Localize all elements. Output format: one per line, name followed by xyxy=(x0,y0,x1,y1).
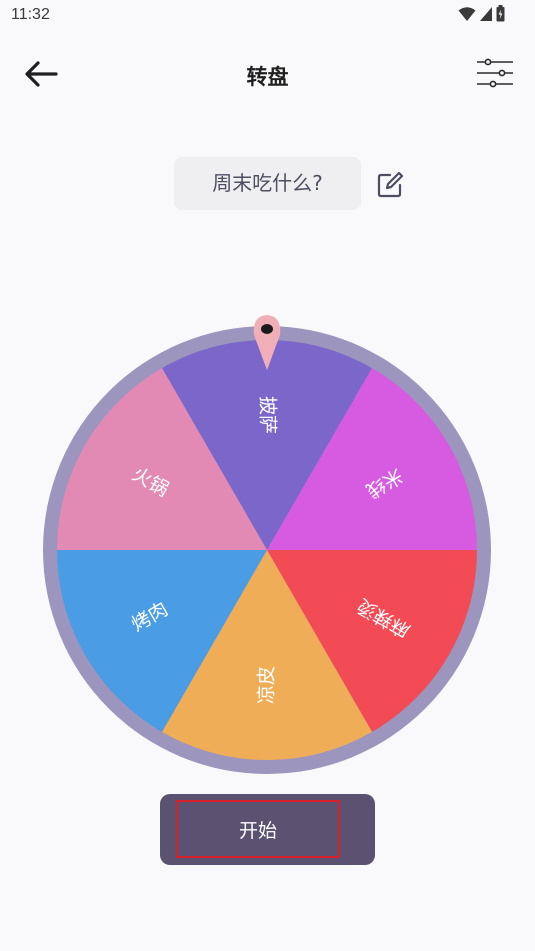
start-button-label: 开始 xyxy=(238,819,277,842)
start-button-focus: 开始 xyxy=(176,800,340,858)
wheel-segment-label: 披萨 xyxy=(257,396,279,434)
wheel-segment-label: 凉皮 xyxy=(256,666,278,704)
start-button[interactable]: 开始 xyxy=(160,794,375,865)
